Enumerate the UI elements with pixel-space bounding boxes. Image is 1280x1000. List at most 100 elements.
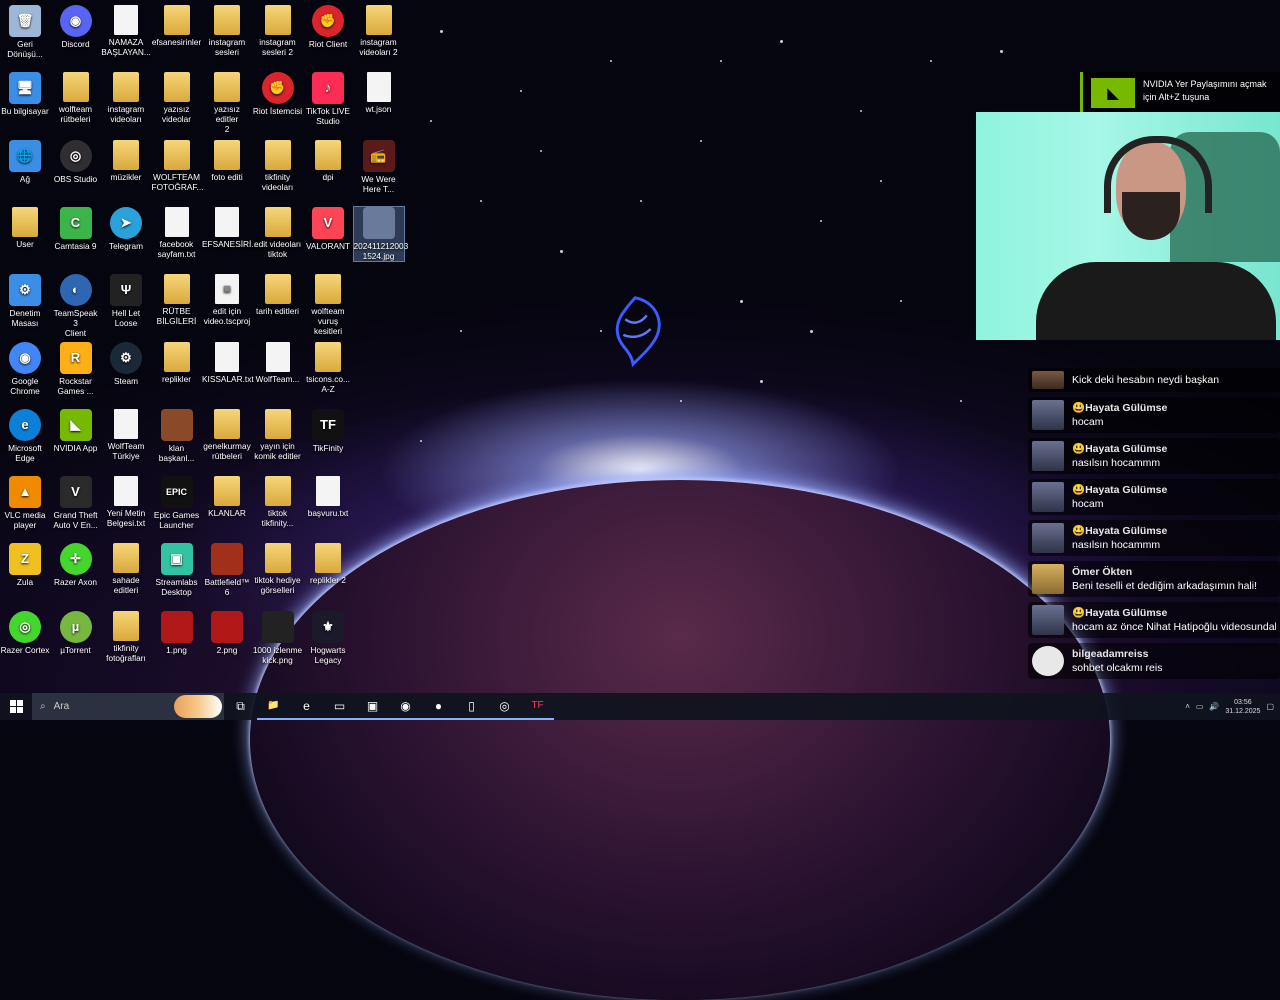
desktop-icon[interactable]: efsanesirinler [152, 5, 202, 47]
desktop-icon[interactable]: tikfinity videoları [253, 139, 303, 192]
desktop-icon[interactable]: Yeni Metin Belgesi.txt [101, 476, 151, 528]
desktop-icon[interactable]: wolfteam rütbeleri [51, 72, 101, 124]
desktop-icon[interactable]: User [0, 206, 50, 249]
desktop-icon[interactable]: µ µTorrent [51, 610, 101, 655]
desktop-icon-label: TeamSpeak 3 Client [53, 308, 98, 339]
desktop-icon[interactable]: instagram videoları 2 [354, 5, 404, 57]
desktop-icon[interactable]: tiktok tikfinity... [253, 476, 303, 528]
desktop-icon[interactable]: KISSALAR.txt [202, 341, 254, 384]
desktop-icon[interactable]: wt.json [354, 72, 404, 114]
desktop-icon[interactable]: Z Zula [0, 543, 50, 587]
desktop-icon[interactable]: yazısız videolar [152, 72, 202, 124]
desktop-icon[interactable]: 🌐 Ağ [0, 139, 50, 184]
desktop-icon[interactable]: RÜTBE BİLGİLERİ [152, 274, 202, 326]
desktop-icon[interactable]: instagram sesleri [202, 5, 252, 57]
desktop-icon[interactable]: Battlefield™ 6 [202, 543, 252, 597]
desktop-icon[interactable]: tiktok hediye görselleri [253, 543, 303, 595]
chevron-up-icon[interactable]: ˄ [1185, 702, 1190, 711]
desktop-icon[interactable]: replikler 2 [303, 543, 353, 585]
desktop-icon[interactable]: NAMAZA BAŞLAYAN... [101, 5, 151, 57]
desktop-icon[interactable]: TF TikFinity [303, 408, 353, 453]
desktop-icon[interactable]: V Grand Theft Auto V En... [51, 476, 101, 530]
taskbar-chrome-icon[interactable]: ◉ [389, 693, 422, 720]
desktop-icon[interactable]: genelkurmay rütbeleri [202, 408, 252, 461]
desktop-icon[interactable]: ▣ edit için video.tscproj [202, 274, 252, 326]
taskbar-search[interactable]: ⌕ Ara [32, 693, 224, 720]
desktop-icon[interactable]: 📻 We Were Here T... [354, 139, 404, 194]
desktop-icon[interactable]: facebook sayfam.txt [152, 206, 202, 259]
desktop-icon[interactable]: ✊ Riot İstemcisi [253, 72, 303, 116]
volume-icon[interactable]: 🔊 [1209, 702, 1219, 711]
desktop-icon[interactable]: instagram sesleri 2 [253, 5, 303, 57]
desktop-icon-label: wt.json [365, 104, 392, 115]
desktop-icon[interactable]: R Rockstar Games ... [51, 341, 101, 396]
desktop-icon[interactable]: 1000 izlenme kick.png [253, 610, 303, 665]
desktop-icon[interactable]: ✛ Razer Axon [51, 543, 101, 587]
desktop-icon[interactable]: ◎ OBS Studio [51, 139, 101, 184]
photo-icon [261, 610, 294, 643]
desktop-icon[interactable]: dpi [303, 139, 353, 182]
desktop-icon[interactable]: EFSANESİRİ... [202, 206, 258, 249]
taskbar-tikfinity-icon[interactable]: TF [521, 693, 554, 720]
desktop-icon[interactable]: instagram videoları [101, 72, 151, 124]
desktop-icon-label: sahade editleri [112, 575, 140, 596]
desktop-icon[interactable]: WolfTeam... [253, 341, 303, 384]
desktop-icon[interactable]: ⚙ Steam [101, 341, 151, 386]
desktop-icon[interactable]: 1.png [152, 610, 202, 655]
desktop-icon[interactable]: EPIC Epic Games Launcher [152, 476, 202, 530]
folder-icon [315, 341, 341, 372]
desktop-icon[interactable]: 🖥 Bu bilgisayar [0, 72, 50, 116]
desktop-icon[interactable]: ◉ Discord [51, 5, 101, 49]
desktop-icon[interactable]: ◐ TeamSpeak 3 Client [51, 274, 101, 338]
taskbar-edge-icon[interactable]: e [290, 693, 323, 720]
desktop-icon[interactable]: 2.png [202, 610, 252, 655]
desktop-icon[interactable]: e Microsoft Edge [0, 408, 50, 463]
desktop-icon[interactable]: WolfTeam Türkiye [101, 408, 151, 461]
nvidia-overlay-toast[interactable]: ◣ NVIDIA Yer Paylaşımını açmak için Alt+… [1080, 72, 1280, 112]
desktop-icon[interactable]: 202411212003 1524.jpg [352, 205, 408, 262]
desktop-icon[interactable]: Ψ Hell Let Loose [101, 274, 151, 328]
desktop-icon[interactable]: ⚙ Denetim Masası [0, 274, 50, 328]
taskbar-obs-icon[interactable]: ◎ [488, 693, 521, 720]
desktop-icon[interactable]: KLANLAR [202, 476, 252, 518]
notification-icon[interactable]: ▢ [1266, 702, 1274, 711]
desktop-icon[interactable]: müzikler [101, 139, 151, 182]
desktop-icon[interactable]: ➤ Telegram [101, 206, 151, 251]
taskbar-app-blue-icon[interactable]: ▣ [356, 693, 389, 720]
desktop-icon[interactable]: ◣ NVIDIA App [51, 408, 101, 453]
chat-message: 😃Hayata Gülümse nasılsın hocammm [1028, 520, 1280, 556]
desktop-icon[interactable]: WOLFTEAM FOTOĞRAF... [152, 139, 203, 192]
taskbar-app-orb-icon[interactable]: ● [422, 693, 455, 720]
taskbar-notepad-icon[interactable]: ▯ [455, 693, 488, 720]
desktop-icon[interactable]: V VALORANT [303, 206, 353, 251]
desktop-icon[interactable]: wolfteam vuruş kesitleri [303, 274, 353, 336]
desktop-icon[interactable]: tikfinity fotoğrafları [101, 610, 151, 663]
taskbar-task-view-icon[interactable]: ⧉ [224, 693, 257, 720]
desktop-icon[interactable]: ♪ TikTok LIVE Studio [303, 72, 353, 126]
desktop-icon[interactable]: yazısız editler 2 [202, 72, 252, 134]
desktop-icon[interactable]: yayın için komik editler [253, 408, 303, 461]
taskbar-file-explorer-icon[interactable]: 📁 [257, 693, 290, 720]
desktop-icon[interactable]: 🗑 Geri Dönüşü... [0, 5, 50, 59]
network-icon[interactable]: ▭ [1196, 702, 1204, 711]
desktop-icon[interactable]: sahade editleri [101, 543, 151, 595]
file-icon [215, 341, 239, 372]
desktop-icon[interactable]: replikler [152, 341, 202, 384]
start-button[interactable] [0, 693, 32, 720]
desktop-icon[interactable]: ✊ Riot Client [303, 5, 353, 49]
desktop-icon[interactable]: C Camtasia 9 [51, 206, 101, 251]
desktop-icon[interactable]: edit videoları tiktok [253, 206, 303, 259]
desktop-icon[interactable]: ◎ Razer Cortex [0, 610, 50, 655]
desktop-icon[interactable]: klan başkanl... [152, 408, 202, 463]
desktop-icon[interactable]: ⚜ Hogwarts Legacy [303, 610, 353, 665]
taskbar-app-window-icon[interactable]: ▭ [323, 693, 356, 720]
desktop-icon[interactable]: başvuru.txt [303, 476, 353, 518]
desktop-icon[interactable]: ◉ Google Chrome [0, 341, 50, 396]
desktop-icon[interactable]: tarih editleri [253, 274, 303, 316]
desktop-icon[interactable]: foto editi [202, 139, 252, 182]
desktop-icon-label: instagram videoları [107, 104, 145, 125]
desktop-icon[interactable]: ▲ VLC media player [0, 476, 50, 530]
clock[interactable]: 03:56 31.12.2025 [1225, 698, 1260, 716]
desktop-icon[interactable]: tsicons.co... A-Z [303, 341, 353, 394]
desktop-icon[interactable]: ▣ Streamlabs Desktop [152, 543, 202, 597]
